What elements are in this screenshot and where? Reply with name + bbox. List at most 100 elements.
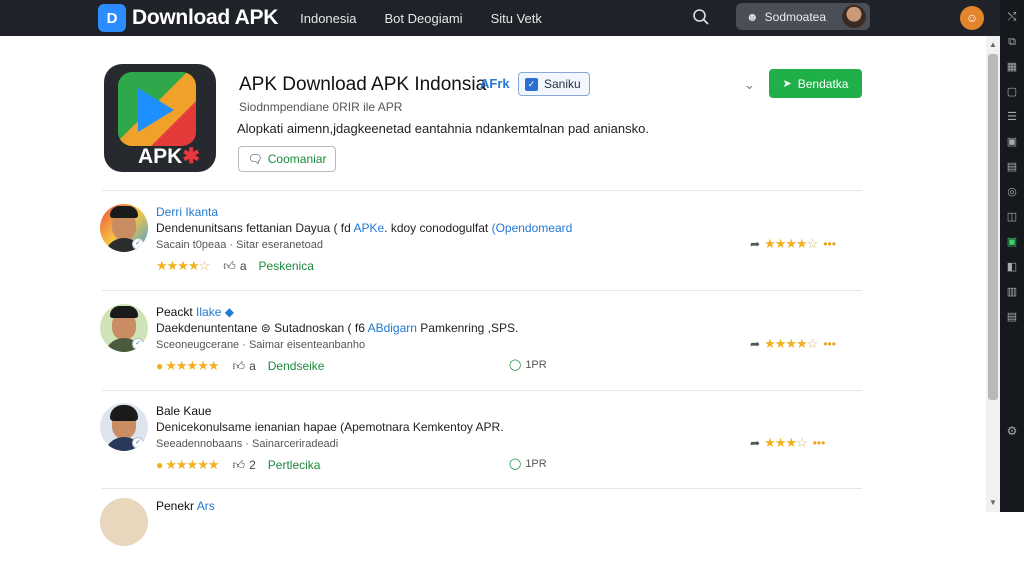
like-icon[interactable]: 👍︎ <box>223 259 236 274</box>
saniku-button[interactable]: ✓ Saniku <box>518 72 590 96</box>
rating-stars: ★★★★★ <box>165 358 219 373</box>
nav-item-situ[interactable]: Situ Vetk <box>491 11 542 26</box>
scroll-down-icon[interactable]: ▼ <box>989 498 997 507</box>
user-avatar[interactable] <box>842 5 866 28</box>
shuffle-icon[interactable]: ⤭ <box>1008 6 1017 31</box>
avatar[interactable]: ✓ <box>100 204 148 252</box>
check-icon: ✓ <box>525 77 538 91</box>
browser-sidebar: ⤭ ⧉ ▦ ▢ ☰ ▣ ▤ ◎ ◫ ▣ ◧ ▥ ▤ ⚙ <box>1000 0 1024 512</box>
layout-icon[interactable]: ▤ <box>1007 156 1017 181</box>
comment-button[interactable]: 🗨 Coomaniar <box>238 146 336 172</box>
review-text: Daekdenuntentane ⊜ Sutadnoskan ( f6 ABdi… <box>156 321 519 335</box>
logo-icon: D <box>98 4 126 32</box>
user-menu[interactable]: ☻ Sodmoatea <box>736 3 870 30</box>
review-apk-tag: ◯ 1PR <box>509 359 547 371</box>
share-icon[interactable]: ➦ <box>750 237 760 251</box>
nav-item-deogiami[interactable]: Bot Deogiami <box>385 11 463 26</box>
reviewer-name[interactable]: Derri Ikanta <box>156 205 218 219</box>
review-actions: ★★★★☆ 👍︎ a Peskenica <box>156 258 314 274</box>
users-icon: ☻ <box>746 9 759 24</box>
play-icon <box>138 88 174 132</box>
app-title: APK Download APK Indonsia <box>239 74 487 95</box>
split-icon[interactable]: ◧ <box>1007 256 1017 281</box>
like-icon[interactable]: 👍︎ <box>233 458 246 473</box>
app-icon: APK✱ <box>104 64 216 172</box>
rating-badge-icon: ● <box>156 458 164 472</box>
comment-icon: ◯ <box>509 359 522 371</box>
rating-stars: ★★★★☆ <box>156 258 210 273</box>
rating-stars: ★★★★☆ <box>764 236 818 251</box>
rating-stars: ★★★☆ <box>764 435 808 450</box>
verified-badge-icon: ✓ <box>132 338 144 350</box>
avatar-hair <box>110 306 138 318</box>
main-nav: Indonesia Bot Deogiami Situ Vetk <box>300 11 570 26</box>
list-icon[interactable]: ☰ <box>1007 106 1017 131</box>
reply-link[interactable]: Peskenica <box>259 259 314 273</box>
saniku-label: Saniku <box>544 77 581 91</box>
avatar[interactable] <box>100 498 148 546</box>
review-rating-right: ➦ ★★★☆ ••• <box>750 435 825 451</box>
verified-badge-icon: ✓ <box>132 238 144 250</box>
review-meta: Sceoneugcerane · Saimar eisenteanbanho <box>156 339 366 351</box>
download-label: Bendatka <box>797 76 849 91</box>
scroll-thumb[interactable] <box>988 54 998 400</box>
chevron-down-icon[interactable]: ⌄ <box>744 77 755 93</box>
notification-avatar-icon[interactable]: ☺ <box>960 6 984 30</box>
download-icon: ➤ <box>782 78 792 90</box>
reviewer-name[interactable]: Penekr Ars <box>156 499 215 513</box>
like-count: a <box>239 259 247 273</box>
divider <box>102 390 862 391</box>
scroll-up-icon[interactable]: ▲ <box>989 40 997 49</box>
reviewer-name[interactable]: Peackt Ilake ◆ <box>156 305 234 319</box>
apk-tag[interactable]: AFrk <box>480 76 510 91</box>
active-extension-icon[interactable]: ▣ <box>1007 231 1017 256</box>
review-actions: ● ★★★★★ 👍︎ 2 Pertlecika <box>156 457 320 473</box>
like-icon[interactable]: 👍︎ <box>233 359 246 374</box>
divider <box>102 290 862 291</box>
grid-icon[interactable]: ▦ <box>1007 56 1017 81</box>
avatar-hair <box>110 206 138 218</box>
review-text: Denicekonulsame ienanian hapae (Apemotna… <box>156 420 504 434</box>
more-icon[interactable]: ••• <box>823 237 836 251</box>
download-button[interactable]: ➤ Bendatka <box>769 69 862 98</box>
rating-stars: ★★★★☆ <box>764 336 818 351</box>
more-icon[interactable]: ••• <box>813 436 826 450</box>
panel-icon[interactable]: ▣ <box>1007 131 1017 156</box>
review-meta: Seeadennobaans · Sainarceriradeadi <box>156 438 339 450</box>
site-logo[interactable]: D Download APK <box>98 4 278 32</box>
avatar[interactable]: ✓ <box>100 304 148 352</box>
review-item: ✓ Derri Ikanta Dendenunitsans fettanian … <box>100 204 860 294</box>
circle-icon[interactable]: ◎ <box>1007 181 1017 206</box>
app-icon-label: APK✱ <box>138 145 200 168</box>
review-rating-right: ➦ ★★★★☆ ••• <box>750 236 836 252</box>
note-icon[interactable]: ▤ <box>1007 306 1017 331</box>
avatar[interactable]: ✓ <box>100 403 148 451</box>
reviewer-name[interactable]: Bale Kaue <box>156 404 211 418</box>
settings-icon[interactable]: ⚙ <box>1000 424 1024 438</box>
app-subtitle: Siodnmpendiane 0RIR ile APR <box>239 100 403 114</box>
review-actions: ● ★★★★★ 👍︎ a Dendseike <box>156 358 324 374</box>
nav-item-indonesia[interactable]: Indonesia <box>300 11 356 26</box>
review-apk-tag: ◯ 1PR <box>509 458 547 470</box>
logo-text: Download APK <box>132 6 279 29</box>
avatar-hair <box>110 405 138 421</box>
folder-icon[interactable]: ◫ <box>1007 206 1017 231</box>
search-icon[interactable] <box>692 8 710 26</box>
book-icon[interactable]: ▥ <box>1007 281 1017 306</box>
like-count: a <box>249 359 256 373</box>
reply-link[interactable]: Dendseike <box>268 359 325 373</box>
divider <box>102 488 862 489</box>
more-icon[interactable]: ••• <box>823 337 836 351</box>
divider <box>102 190 862 191</box>
user-name: Sodmoatea <box>764 9 827 24</box>
page-scrollbar[interactable]: ▲ ▼ <box>986 36 1000 512</box>
top-navbar: D Download APK Indonesia Bot Deogiami Si… <box>0 0 1024 36</box>
reply-link[interactable]: Pertlecika <box>268 458 321 472</box>
app-description: Alopkati aimenn,jdagkeenetad eantahnia n… <box>237 121 649 136</box>
review-meta: Sacain t0peaa · Sitar eseranetoad <box>156 239 323 251</box>
share-icon[interactable]: ➦ <box>750 337 760 351</box>
like-count: 2 <box>249 458 256 472</box>
copy-icon[interactable]: ⧉ <box>1008 31 1016 56</box>
window-icon[interactable]: ▢ <box>1007 81 1017 106</box>
share-icon[interactable]: ➦ <box>750 436 760 450</box>
